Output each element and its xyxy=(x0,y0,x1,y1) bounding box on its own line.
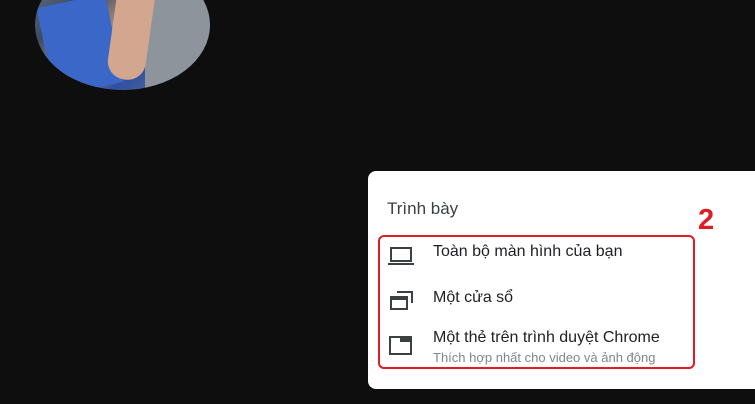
laptop-icon xyxy=(388,245,414,267)
present-menu-title: Trình bày xyxy=(387,199,459,218)
present-menu: Trình bày 2 Toàn bộ màn hình của bạn Một… xyxy=(368,171,755,389)
window-icon xyxy=(388,290,414,312)
present-window-option[interactable]: Một cửa sổ xyxy=(388,286,688,316)
present-chrome-tab-sublabel: Thích hợp nhất cho video và ảnh động xyxy=(433,350,656,365)
present-chrome-tab-label: Một thẻ trên trình duyệt Chrome xyxy=(433,329,660,346)
present-window-label: Một cửa sổ xyxy=(433,289,514,306)
thumbnail-background xyxy=(145,0,210,90)
present-entire-screen-label: Toàn bộ màn hình của bạn xyxy=(433,243,623,260)
participant-video-thumbnail xyxy=(35,0,210,90)
present-chrome-tab-option[interactable]: Một thẻ trên trình duyệt Chrome Thích hợ… xyxy=(388,326,688,366)
annotation-number: 2 xyxy=(698,204,715,236)
browser-tab-icon xyxy=(388,335,414,357)
present-entire-screen-option[interactable]: Toàn bộ màn hình của bạn xyxy=(388,241,688,271)
